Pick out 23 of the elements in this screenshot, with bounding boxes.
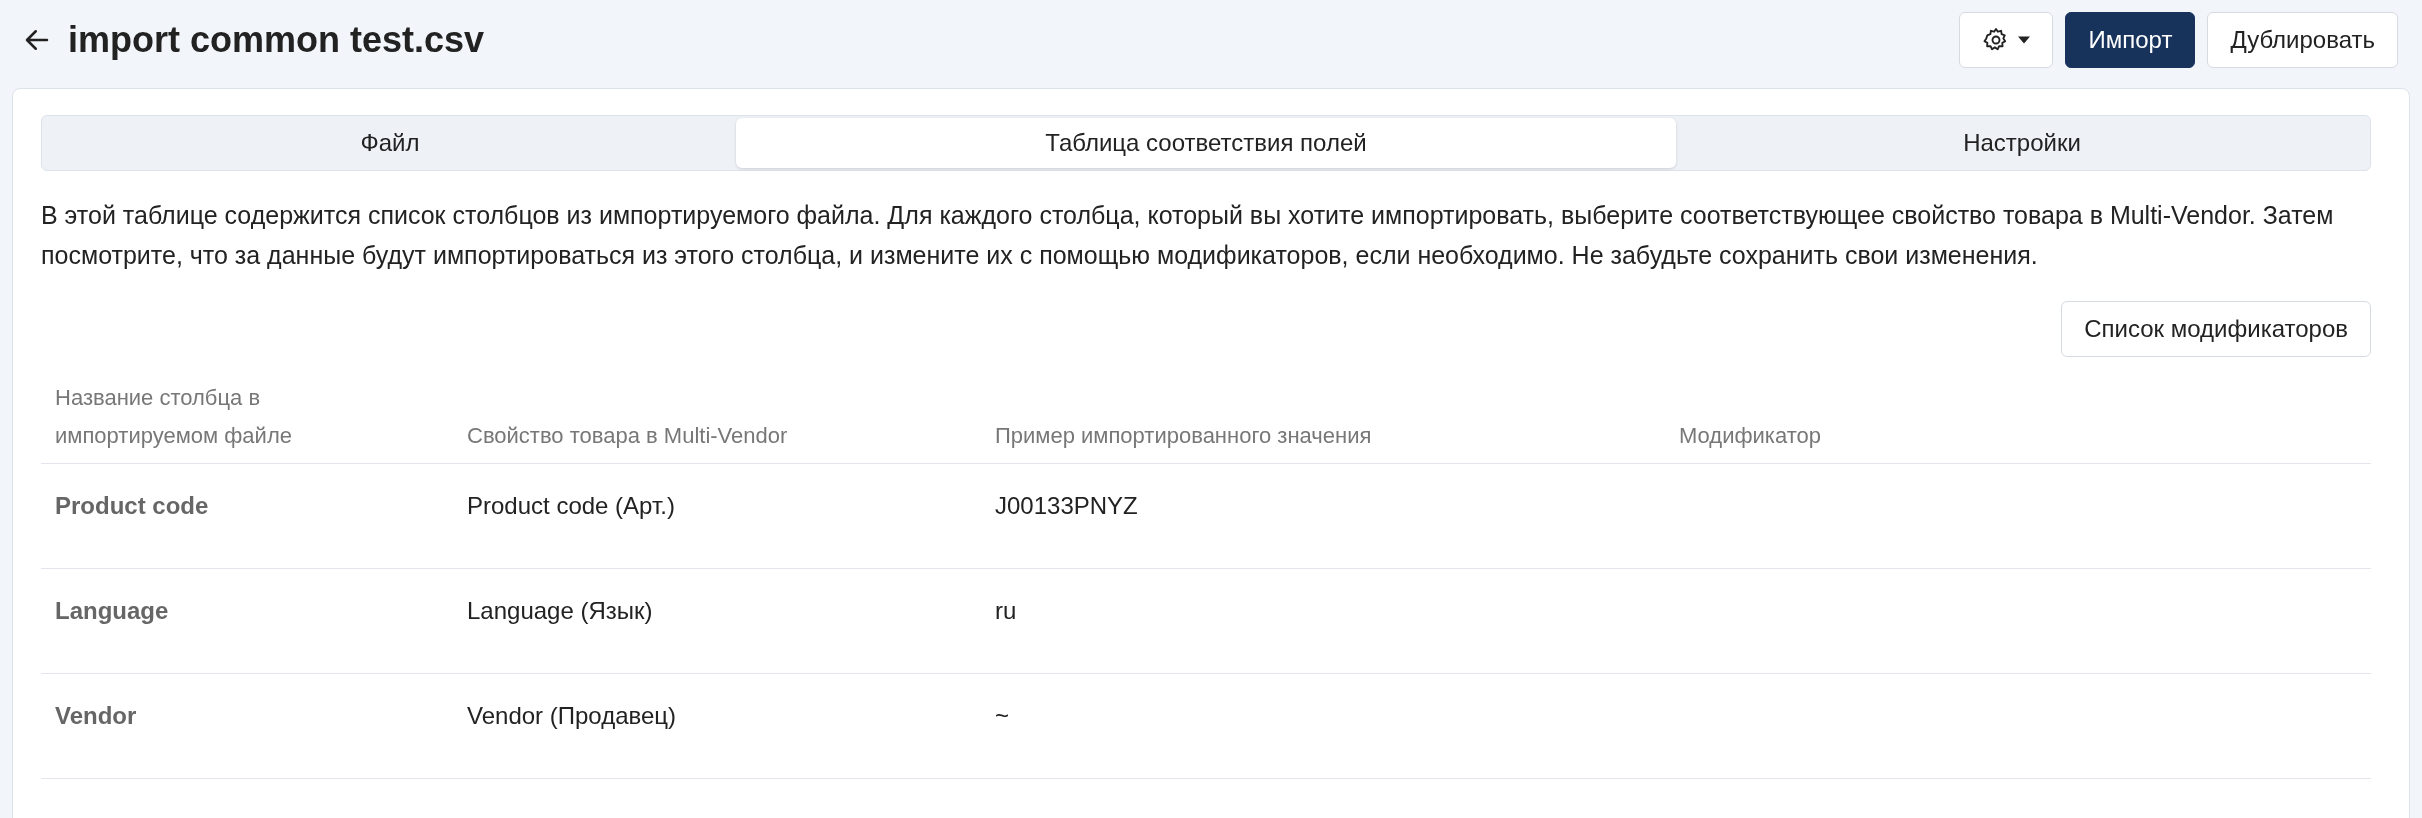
column-header: Пример импортированного значения [995,423,1372,448]
tab[interactable]: Настройки [1676,118,2368,168]
table-cell: Vendor [55,702,137,729]
table-cell: Product code (Арт.) [467,492,675,519]
table-cell: J00133PNYZ [995,492,1138,519]
page-title: import common test.csv [68,19,485,61]
column-header: Название столбца в импортируемом файле [55,384,293,450]
tab[interactable]: Таблица соответствия полей [736,118,1676,168]
settings-button[interactable] [1959,12,2054,68]
column-header: Свойство товара в Multi-Vendor [467,423,788,448]
modifiers-list-button[interactable]: Список модификаторов [2061,301,2371,357]
import-button[interactable]: Импорт [2065,12,2196,68]
table-cell: Language (Язык) [467,597,653,624]
table-cell: Vendor (Продавец) [467,702,677,729]
caret-icon [2018,36,2031,44]
tab[interactable]: Файл [44,118,736,168]
table-cell: Product code [55,492,209,519]
table-cell: Language [55,597,169,624]
duplicate-button[interactable]: Дублировать [2207,12,2398,68]
table-cell: ~ [995,702,1009,729]
table-cell: ru [995,597,1017,624]
description-text: В этой таблице содержится список столбцов из импортируемого файла. Для каждого столбца, который вы хотите импортировать, выберите соответствующее свойство товара в Multi-Vendor. Затем посмотрите, что за данные будут импортироваться из этого столбца, и измените их с помощью модификаторов, если необходимо. Не забудьте сохранить свои изменения. [41,200,2335,271]
column-header: Модификатор [1679,423,1821,448]
